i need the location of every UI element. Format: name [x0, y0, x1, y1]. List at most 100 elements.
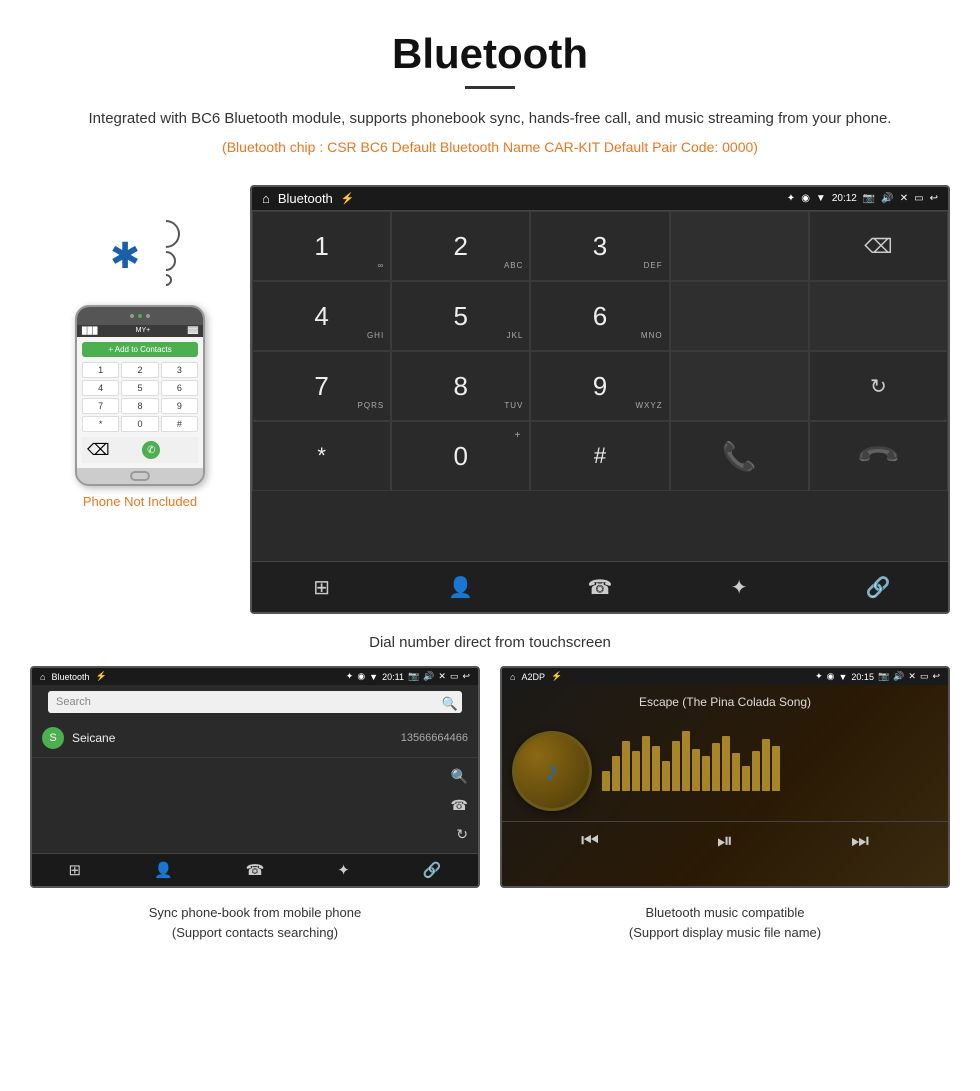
- bluetooth-icon: ✱: [110, 235, 140, 277]
- pb-title: Bluetooth: [51, 672, 89, 682]
- eq-bar-15: [742, 766, 750, 791]
- pb-phone-icon[interactable]: ☎: [246, 861, 265, 879]
- phone-area: ✱ ▉▉▉ MY+ ▓▓ + Add to Contacts: [30, 185, 250, 509]
- phone-key-5: 5: [121, 380, 158, 396]
- music-note-icon: ♪: [545, 755, 559, 787]
- pb-status-bar: ⌂ Bluetooth ⚡ ✦ ◉ ▼ 20:11 📷 🔊 ✕ ▭ ↩: [32, 668, 478, 685]
- music-window-icon[interactable]: ▭: [920, 671, 929, 682]
- pb-back-icon[interactable]: ↩: [462, 671, 470, 682]
- phone-not-included-label: Phone Not Included: [83, 494, 197, 509]
- phone-key-0: 0: [121, 416, 158, 432]
- dial-key-9[interactable]: 9WXYZ: [530, 351, 669, 421]
- dial-hangup-button[interactable]: 📞: [809, 421, 948, 491]
- music-location-icon: ◉: [827, 671, 835, 682]
- eq-bar-14: [732, 753, 740, 791]
- dial-sync[interactable]: ↻: [809, 351, 948, 421]
- pb-window-icon[interactable]: ▭: [450, 671, 459, 682]
- pb-apps-icon[interactable]: ⊞: [68, 861, 81, 879]
- music-signal-icon: ▼: [839, 672, 848, 682]
- status-bar-right: ✦ ◉ ▼ 20:12 📷 🔊 ✕ ▭ ↩: [787, 193, 938, 204]
- dial-key-6[interactable]: 6MNO: [530, 281, 669, 351]
- subtitle-text: Integrated with BC6 Bluetooth module, su…: [60, 107, 920, 131]
- phonebook-col: ⌂ Bluetooth ⚡ ✦ ◉ ▼ 20:11 📷 🔊 ✕ ▭ ↩: [30, 666, 480, 888]
- pb-right-sync-icon[interactable]: ↻: [456, 826, 468, 843]
- toolbar-bluetooth-icon[interactable]: ✦: [719, 572, 759, 602]
- dial-key-3[interactable]: 3DEF: [530, 211, 669, 281]
- phone-key-6: 6: [161, 380, 198, 396]
- search-icon[interactable]: 🔍: [442, 696, 458, 712]
- pb-volume-icon[interactable]: 🔊: [423, 671, 434, 682]
- pb-bt-toolbar-icon[interactable]: ✦: [337, 861, 350, 879]
- phone-key-2: 2: [121, 362, 158, 378]
- dial-key-5[interactable]: 5JKL: [391, 281, 530, 351]
- dial-backspace[interactable]: ⌫: [809, 211, 948, 281]
- pb-right-search-icon[interactable]: 🔍: [451, 768, 468, 785]
- music-close-icon[interactable]: ✕: [908, 671, 916, 682]
- album-art: ♪: [512, 731, 592, 811]
- contact-phone: 13566664466: [401, 732, 468, 744]
- toolbar-link-icon[interactable]: 🔗: [858, 572, 898, 602]
- dial-key-1[interactable]: 1∞: [252, 211, 391, 281]
- pb-close-icon[interactable]: ✕: [438, 671, 446, 682]
- music-camera-icon[interactable]: 📷: [878, 671, 889, 682]
- location-icon: ◉: [801, 193, 810, 204]
- pb-home-icon[interactable]: ⌂: [40, 672, 45, 682]
- phone-dot-2: [146, 314, 150, 318]
- contact-row[interactable]: S Seicane 13566664466: [32, 719, 478, 758]
- eq-bar-9: [682, 731, 690, 791]
- music-controls: ⏮ ⏯ ⏭: [502, 821, 948, 861]
- bottom-screenshots: ⌂ Bluetooth ⚡ ✦ ◉ ▼ 20:11 📷 🔊 ✕ ▭ ↩: [0, 666, 980, 888]
- prev-button[interactable]: ⏮: [581, 830, 599, 853]
- music-screen: ⌂ A2DP ⚡ ✦ ◉ ▼ 20:15 📷 🔊 ✕ ▭ ↩: [500, 666, 950, 888]
- dial-key-2[interactable]: 2ABC: [391, 211, 530, 281]
- dial-key-0[interactable]: 0+: [391, 421, 530, 491]
- play-pause-button[interactable]: ⏯: [717, 830, 733, 853]
- toolbar-contacts-icon[interactable]: 👤: [441, 572, 481, 602]
- search-placeholder: Search: [56, 696, 91, 708]
- pb-location-icon: ◉: [357, 671, 365, 682]
- camera-icon[interactable]: 📷: [863, 193, 875, 204]
- dial-key-hash[interactable]: #: [530, 421, 669, 491]
- music-usb-icon: ⚡: [551, 671, 562, 682]
- main-content-area: ✱ ▉▉▉ MY+ ▓▓ + Add to Contacts: [0, 185, 980, 614]
- eq-bar-5: [642, 736, 650, 791]
- contact-name: Seicane: [72, 731, 401, 745]
- dial-key-8[interactable]: 8TUV: [391, 351, 530, 421]
- phone-call-button[interactable]: ✆: [142, 441, 160, 459]
- music-back-icon[interactable]: ↩: [932, 671, 940, 682]
- music-home-icon[interactable]: ⌂: [510, 672, 515, 682]
- phone-home-button[interactable]: [130, 471, 150, 481]
- close-btn[interactable]: ✕: [900, 193, 908, 204]
- toolbar-apps-icon[interactable]: ⊞: [302, 572, 342, 602]
- phone-key-4: 4: [82, 380, 119, 396]
- window-icon[interactable]: ▭: [914, 193, 923, 204]
- phone-dot-green: [138, 314, 142, 318]
- pb-right-call-icon[interactable]: ☎: [451, 797, 468, 814]
- dial-key-star[interactable]: *: [252, 421, 391, 491]
- phone-screen-content: + Add to Contacts 1 2 3 4 5 6 7 8 9 * 0 …: [77, 337, 203, 468]
- music-title: A2DP: [521, 672, 545, 682]
- eq-bar-17: [762, 739, 770, 791]
- signal-arc-large: [146, 214, 186, 254]
- pb-link-icon[interactable]: 🔗: [423, 861, 442, 879]
- bt-status-icon: ✦: [787, 193, 795, 204]
- eq-bar-4: [632, 751, 640, 791]
- phone-signal: ▉▉▉: [82, 327, 98, 335]
- pb-camera-icon[interactable]: 📷: [408, 671, 419, 682]
- music-volume-icon[interactable]: 🔊: [893, 671, 904, 682]
- next-button[interactable]: ⏭: [851, 830, 869, 853]
- dial-call-button[interactable]: 📞: [670, 421, 809, 491]
- volume-icon[interactable]: 🔊: [881, 193, 893, 204]
- phone-add-contact: + Add to Contacts: [82, 342, 198, 357]
- dial-key-7[interactable]: 7PQRS: [252, 351, 391, 421]
- status-bar-left: ⌂ Bluetooth ⚡: [262, 191, 355, 206]
- pb-user-icon[interactable]: 👤: [154, 861, 173, 879]
- phone-top-bar: [77, 307, 203, 325]
- dial-key-4[interactable]: 4GHI: [252, 281, 391, 351]
- back-icon[interactable]: ↩: [930, 193, 938, 204]
- caption-music-line1: Bluetooth music compatible: [500, 903, 950, 923]
- phone-key-3: 3: [161, 362, 198, 378]
- home-icon[interactable]: ⌂: [262, 191, 270, 206]
- toolbar-phone-icon[interactable]: ☎: [580, 572, 620, 602]
- phonebook-search-bar[interactable]: Search: [48, 691, 462, 713]
